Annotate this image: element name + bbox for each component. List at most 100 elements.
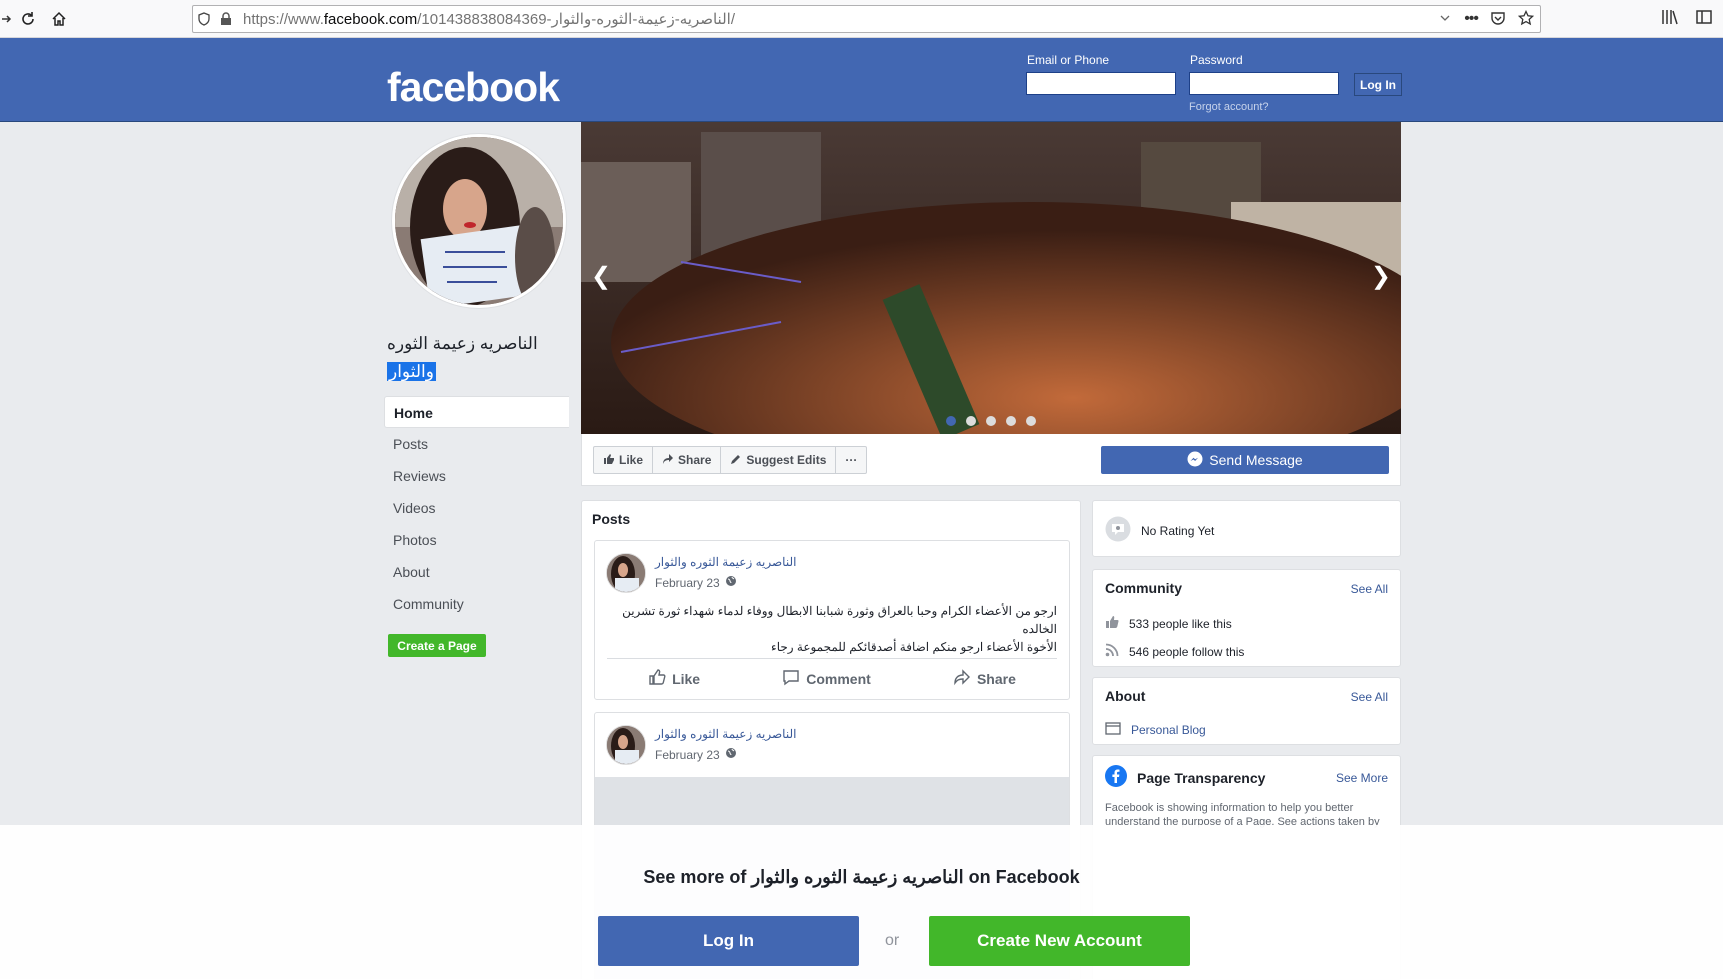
password-label: Password <box>1190 53 1243 67</box>
community-heading: Community <box>1105 580 1182 596</box>
community-card: Community See All 533 people like this 5… <box>1092 569 1401 667</box>
comment-icon <box>782 668 800 689</box>
profile-picture[interactable] <box>392 134 566 308</box>
page-title: الناصريه زعيمة الثوره والثوار <box>387 330 577 386</box>
post-share-button[interactable]: Share <box>953 668 1016 689</box>
nav-item-photos[interactable]: Photos <box>384 524 569 556</box>
url-prefix: https://www. <box>243 11 324 28</box>
post-like-button[interactable]: Like <box>648 668 700 689</box>
facebook-header: facebook Email or Phone Password Log In … <box>0 38 1723 122</box>
post-comment-button[interactable]: Comment <box>782 668 871 689</box>
post-date[interactable]: February 23 <box>655 747 737 762</box>
email-field[interactable] <box>1026 72 1176 95</box>
carousel-dot[interactable] <box>966 416 976 426</box>
post-date[interactable]: February 23 <box>655 575 737 590</box>
more-options-button[interactable]: ··· <box>836 447 866 473</box>
carousel-dot[interactable] <box>1026 416 1036 426</box>
post-text-line2: الأخوة الأعضاء ارجو منكم اضافة أصدقائكم … <box>771 640 1057 654</box>
rating-row[interactable]: No Rating Yet <box>1105 516 1214 545</box>
about-see-all-link[interactable]: See All <box>1351 690 1388 704</box>
post-date-text: February 23 <box>655 575 720 590</box>
page-action-bar: Like Share Suggest Edits ··· Send Messag… <box>581 434 1401 486</box>
share-page-button[interactable]: Share <box>653 447 722 473</box>
shield-icon[interactable] <box>193 8 215 30</box>
thumbs-up-icon <box>1105 615 1119 632</box>
facebook-icon <box>1105 765 1127 790</box>
more-dots-icon[interactable]: ••• <box>1464 10 1479 28</box>
page-title-line1: الناصريه زعيمة الثوره <box>387 334 538 353</box>
category-link[interactable]: Personal Blog <box>1131 723 1206 737</box>
transparency-see-more-link[interactable]: See More <box>1336 771 1388 785</box>
globe-icon <box>725 575 737 590</box>
send-message-button[interactable]: Send Message <box>1101 446 1389 474</box>
thumbs-up-icon <box>603 453 615 468</box>
category-row: Personal Blog <box>1105 721 1206 738</box>
carousel-dots <box>581 416 1401 426</box>
overlay-login-button[interactable]: Log In <box>598 916 859 966</box>
nav-item-community[interactable]: Community <box>384 588 569 620</box>
nav-item-posts[interactable]: Posts <box>384 428 569 460</box>
bookmark-star-icon[interactable] <box>1517 9 1535 29</box>
globe-icon <box>725 747 737 762</box>
sidebar-icon[interactable] <box>1695 8 1713 29</box>
nav-item-reviews[interactable]: Reviews <box>384 460 569 492</box>
nav-item-home[interactable]: Home <box>384 396 569 428</box>
post-author[interactable]: الناصريه زعيمة الثوره والثوار <box>655 555 796 569</box>
page-title-line2: والثوار <box>387 362 436 381</box>
library-icon[interactable] <box>1661 8 1679 29</box>
posts-heading: Posts <box>592 511 631 527</box>
chevron-down-icon[interactable] <box>1438 11 1452 28</box>
category-icon <box>1105 721 1121 738</box>
chevron-left-icon[interactable]: ❮ <box>591 262 611 291</box>
chevron-right-icon[interactable]: ❯ <box>1371 262 1391 291</box>
email-label: Email or Phone <box>1027 53 1110 67</box>
facebook-logo[interactable]: facebook <box>387 64 560 111</box>
or-separator: or <box>885 932 900 949</box>
like-page-button[interactable]: Like <box>594 447 654 473</box>
post-date-text: February 23 <box>655 747 720 762</box>
cover-photo[interactable]: ❮ ❯ <box>581 122 1401 434</box>
nav-item-about[interactable]: About <box>384 556 569 588</box>
likes-row: 533 people like this <box>1105 615 1232 632</box>
carousel-dot[interactable] <box>946 416 956 426</box>
create-account-button[interactable]: Create New Account <box>929 916 1190 966</box>
thumbs-up-icon <box>648 668 666 689</box>
post-share-label: Share <box>976 670 1016 687</box>
pocket-icon[interactable] <box>1490 10 1506 29</box>
post-comment-label: Comment <box>806 670 871 687</box>
see-more-prefix: See more of <box>643 867 747 887</box>
post-like-label: Like <box>672 670 701 687</box>
transparency-heading: Page Transparency <box>1137 769 1266 786</box>
lock-icon[interactable] <box>215 8 237 30</box>
follows-row: 546 people follow this <box>1105 643 1244 660</box>
post-avatar[interactable] <box>606 553 646 593</box>
post-avatar[interactable] <box>606 725 646 765</box>
login-button[interactable]: Log In <box>1354 73 1402 96</box>
carousel-dot[interactable] <box>986 416 996 426</box>
see-more-prompt: See more of الناصريه زعيمة الثوره والثوا… <box>0 867 1723 888</box>
reload-icon[interactable] <box>16 7 40 31</box>
suggest-edits-label: Suggest Edits <box>746 453 827 467</box>
left-nav: Home Posts Reviews Videos Photos About C… <box>384 396 569 620</box>
post-author[interactable]: الناصريه زعيمة الثوره والثوار <box>655 727 796 741</box>
create-page-button[interactable]: Create a Page <box>388 634 486 657</box>
about-card: About See All Personal Blog <box>1092 677 1401 745</box>
nav-item-videos[interactable]: Videos <box>384 492 569 524</box>
url-bar[interactable]: https://www.facebook.com/101438838084369… <box>192 5 1541 33</box>
suggest-edits-button[interactable]: Suggest Edits <box>721 447 837 473</box>
community-see-all-link[interactable]: See All <box>1351 582 1388 596</box>
url-path: /101438838084369-الناصريه-زعيمة-الثوره-و… <box>417 11 735 28</box>
carousel-dot[interactable] <box>1006 416 1016 426</box>
url-text: https://www.facebook.com/101438838084369… <box>243 10 735 28</box>
url-host: facebook.com <box>323 11 418 28</box>
see-more-page-name: الناصريه زعيمة الثوره والثوار <box>751 867 964 887</box>
post-actions: Like Comment Share <box>607 658 1057 698</box>
password-field[interactable] <box>1189 72 1339 95</box>
share-arrow-icon <box>953 668 971 689</box>
forgot-account-link[interactable]: Forgot account? <box>1189 101 1269 113</box>
like-page-label: Like <box>619 453 644 467</box>
see-more-suffix: on Facebook <box>968 867 1080 887</box>
post-card: الناصريه زعيمة الثوره والثوار February 2… <box>594 540 1070 700</box>
home-icon[interactable] <box>47 7 71 31</box>
login-overlay <box>0 825 1723 979</box>
